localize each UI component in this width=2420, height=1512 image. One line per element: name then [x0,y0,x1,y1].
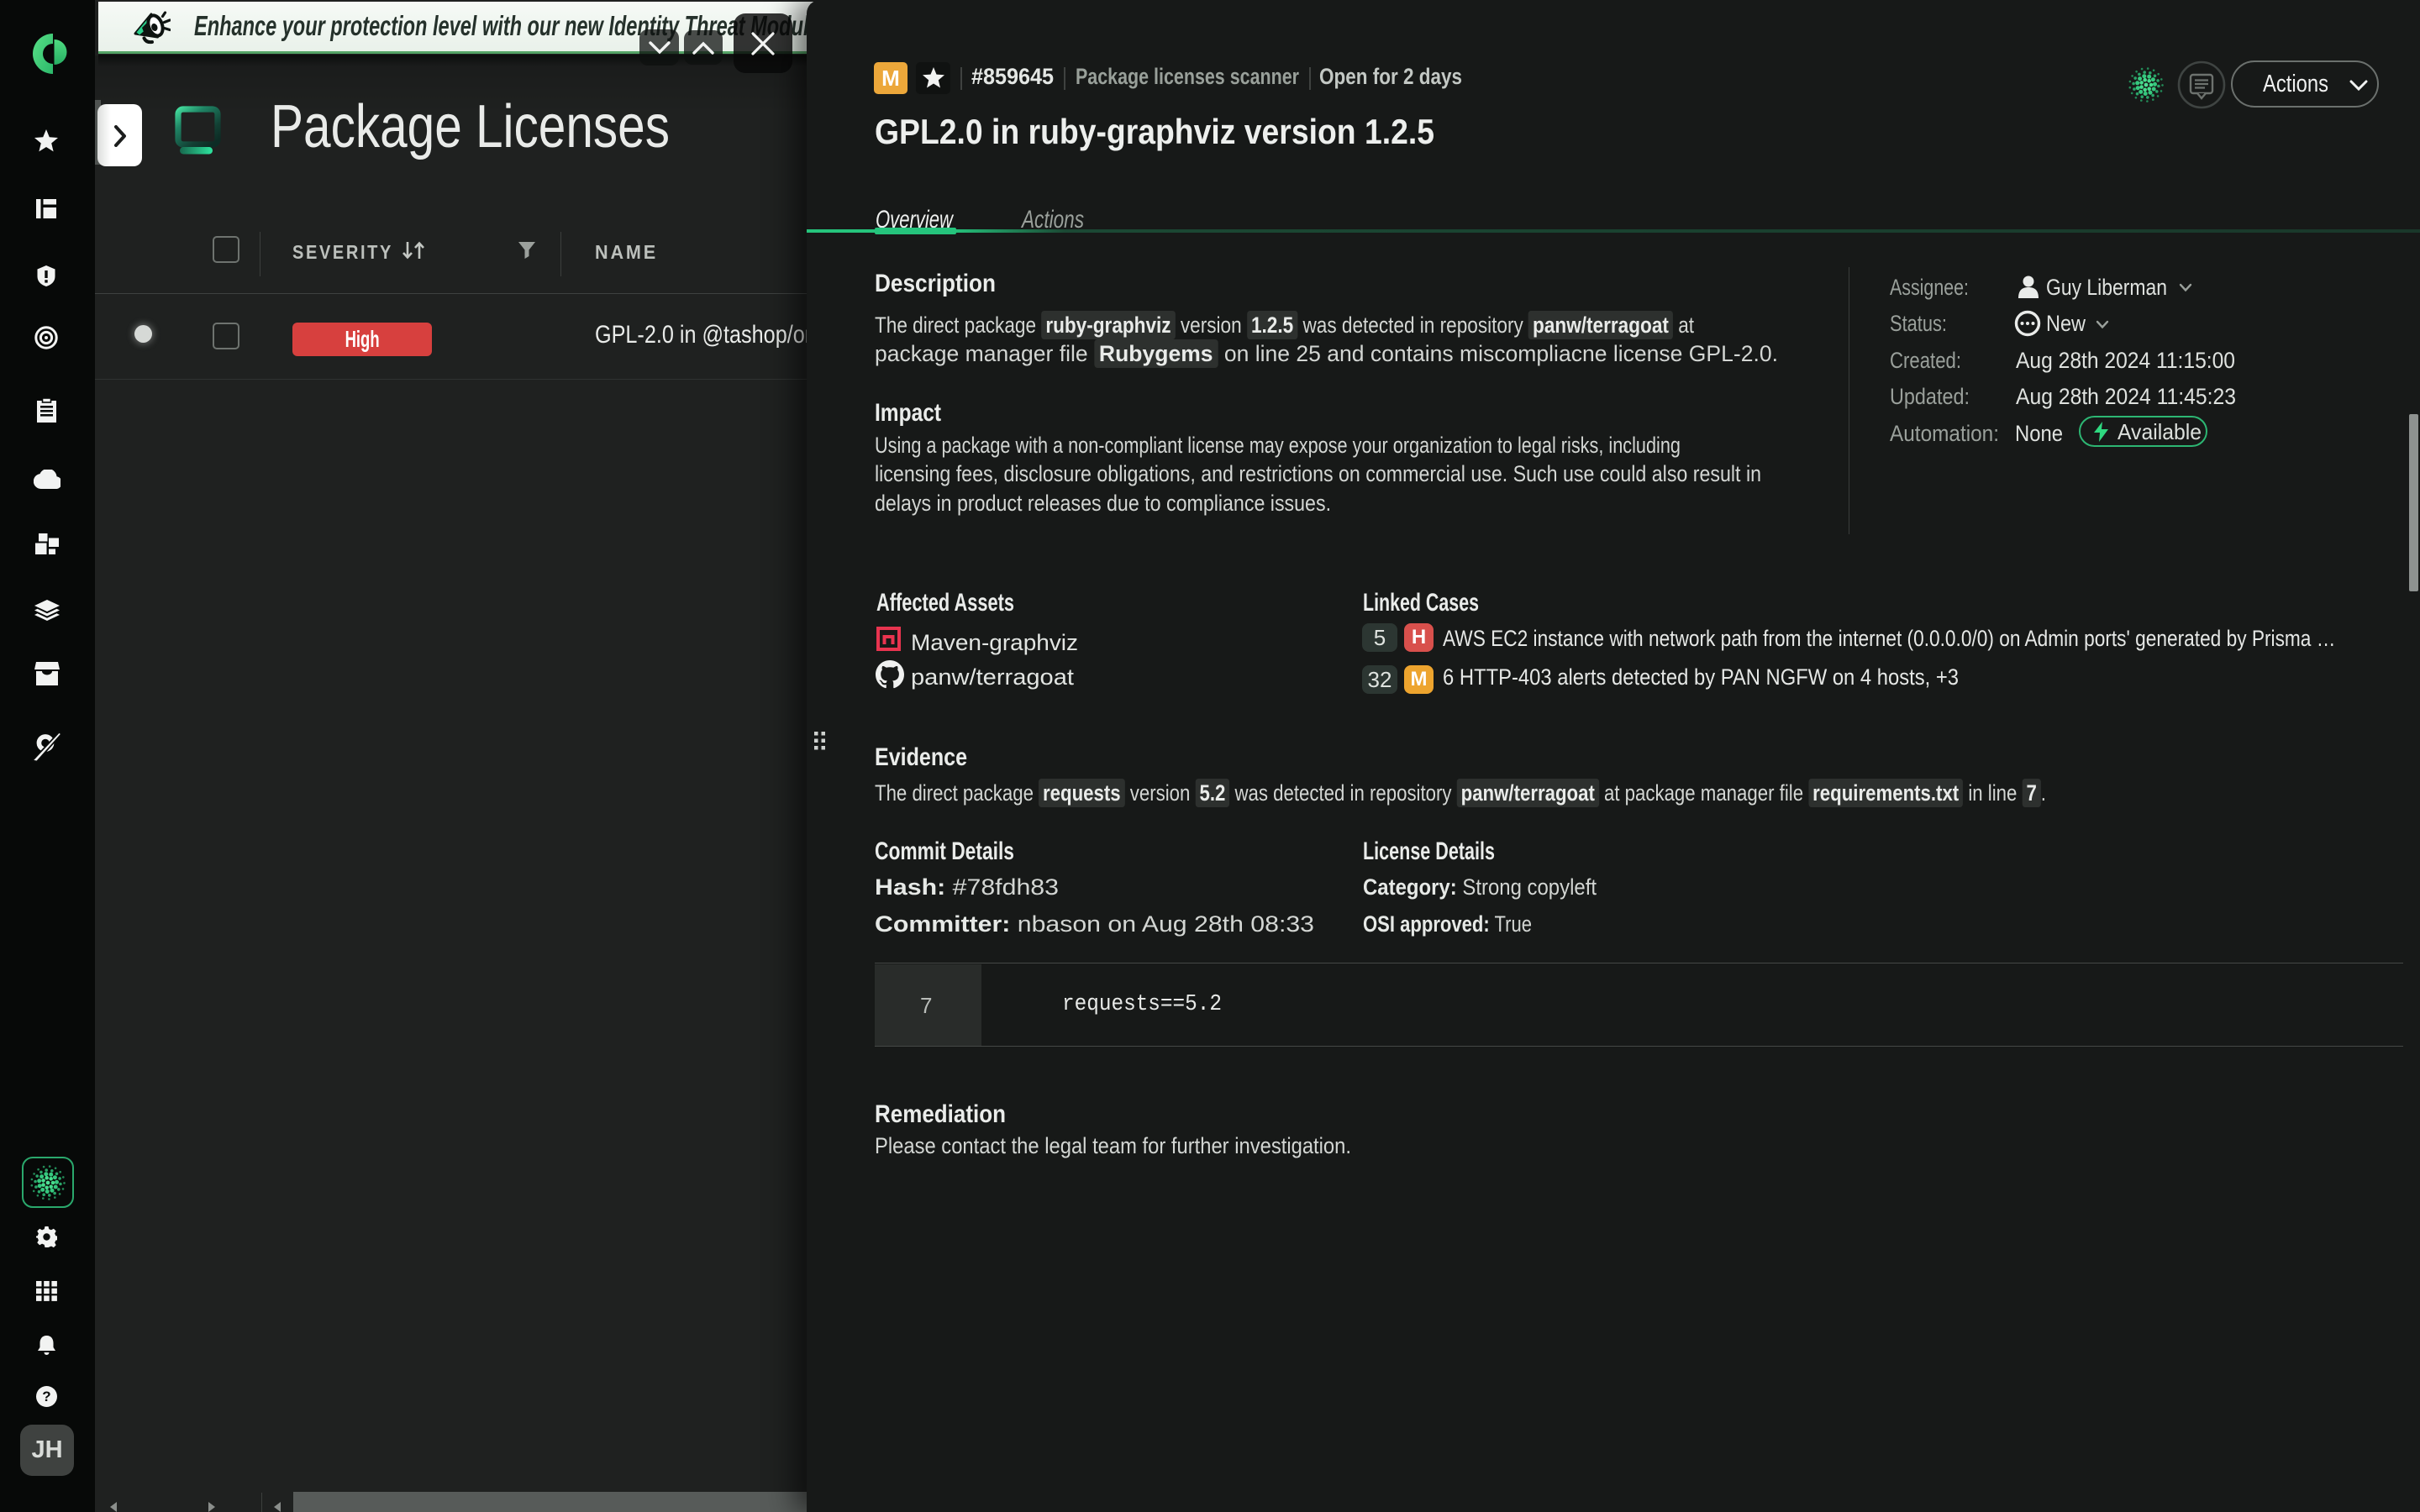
svg-text:?: ? [42,1389,50,1404]
